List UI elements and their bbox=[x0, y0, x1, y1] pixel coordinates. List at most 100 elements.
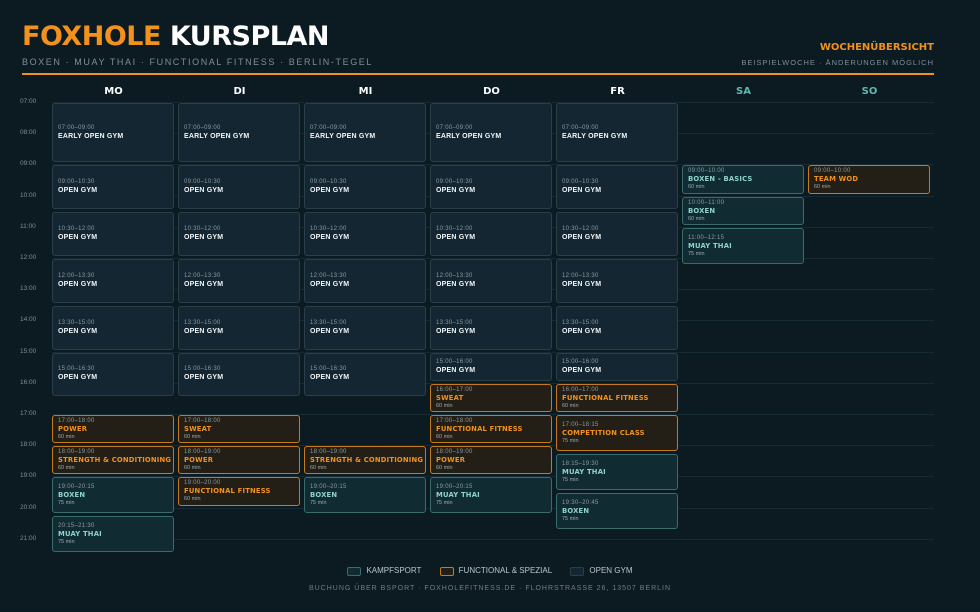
class-block[interactable]: 16:00–17:00 FUNCTIONAL FITNESS 60 min bbox=[556, 383, 678, 412]
class-duration: 75 min bbox=[58, 500, 75, 507]
class-block[interactable]: 10:00–11:00 BOXEN 60 min bbox=[682, 196, 804, 225]
class-time: 09:00–10:30 bbox=[310, 179, 347, 186]
class-block[interactable]: 12:00–13:30 OPEN GYM bbox=[430, 259, 552, 303]
class-block[interactable]: 18:00–19:00 STRENGTH & CONDITIONING 60 min bbox=[52, 446, 174, 475]
time-label: 18:00 bbox=[20, 441, 37, 449]
class-duration: 60 min bbox=[184, 434, 201, 441]
class-time: 09:00–10:30 bbox=[184, 179, 221, 186]
class-block-content: 09:00–10:00 TEAM WOD 60 min bbox=[814, 166, 924, 191]
class-name: FUNCTIONAL FITNESS bbox=[562, 393, 649, 402]
class-block[interactable]: 15:00–16:30 OPEN GYM bbox=[304, 352, 426, 397]
class-block[interactable]: 15:00–16:30 OPEN GYM bbox=[52, 352, 174, 397]
class-block[interactable]: 15:00–16:30 OPEN GYM bbox=[178, 352, 300, 397]
class-block[interactable]: 17:00–18:00 FUNCTIONAL FITNESS 60 min bbox=[430, 415, 552, 444]
class-block[interactable]: 10:30–12:00 OPEN GYM bbox=[556, 212, 678, 256]
class-duration: 60 min bbox=[184, 465, 201, 472]
class-block-content: 13:30–15:00 OPEN GYM bbox=[436, 307, 546, 336]
class-block[interactable]: 19:00–20:15 MUAY THAI 75 min bbox=[430, 477, 552, 514]
class-time: 15:00–16:30 bbox=[58, 366, 95, 373]
class-name: OPEN GYM bbox=[310, 327, 350, 335]
subtitle: BOXEN · MUAY THAI · FUNCTIONAL FITNESS ·… bbox=[22, 57, 374, 67]
class-block[interactable]: 13:30–15:00 OPEN GYM bbox=[430, 305, 552, 350]
class-name: BOXEN bbox=[688, 206, 716, 215]
class-block[interactable]: 18:15–19:30 MUAY THAI 75 min bbox=[556, 454, 678, 490]
time-label: 10:00 bbox=[20, 191, 37, 199]
class-block[interactable]: 12:00–13:30 OPEN GYM bbox=[52, 259, 174, 303]
class-block[interactable]: 15:00–16:00 OPEN GYM bbox=[430, 352, 552, 381]
class-block-content: 07:00–09:00 EARLY OPEN GYM bbox=[184, 104, 294, 141]
class-time: 17:00–18:00 bbox=[436, 418, 473, 425]
class-block-content: 18:00–19:00 STRENGTH & CONDITIONING 60 min bbox=[310, 447, 423, 472]
class-block[interactable]: 07:00–09:00 EARLY OPEN GYM bbox=[556, 103, 678, 163]
class-block[interactable]: 10:30–12:00 OPEN GYM bbox=[430, 212, 552, 256]
class-block[interactable]: 09:00–10:30 OPEN GYM bbox=[178, 165, 300, 210]
class-block[interactable]: 19:00–20:15 BOXEN 75 min bbox=[52, 477, 174, 514]
class-block[interactable]: 18:00–19:00 POWER 60 min bbox=[430, 446, 552, 475]
class-block[interactable]: 10:30–12:00 OPEN GYM bbox=[304, 212, 426, 256]
class-time: 18:00–19:00 bbox=[436, 449, 473, 456]
class-block[interactable]: 12:00–13:30 OPEN GYM bbox=[556, 259, 678, 303]
class-time: 07:00–09:00 bbox=[562, 124, 599, 131]
class-name: FUNCTIONAL FITNESS bbox=[184, 487, 271, 496]
class-block[interactable]: 13:30–15:00 OPEN GYM bbox=[52, 305, 174, 350]
grid-line bbox=[52, 538, 934, 540]
class-block[interactable]: 09:00–10:00 BOXEN - BASICS 60 min bbox=[682, 165, 804, 194]
class-block[interactable]: 12:00–13:30 OPEN GYM bbox=[304, 259, 426, 303]
class-block-content: 18:00–19:00 POWER 60 min bbox=[436, 447, 546, 472]
class-time: 17:00–18:15 bbox=[562, 422, 599, 428]
class-name: OPEN GYM bbox=[310, 374, 350, 382]
class-block[interactable]: 09:00–10:30 OPEN GYM bbox=[556, 165, 678, 210]
class-block[interactable]: 10:30–12:00 OPEN GYM bbox=[178, 212, 300, 256]
class-block[interactable]: 19:00–20:15 BOXEN 75 min bbox=[304, 477, 426, 514]
class-block[interactable]: 12:00–13:30 OPEN GYM bbox=[178, 259, 300, 303]
class-name: OPEN GYM bbox=[184, 187, 224, 195]
class-duration: 60 min bbox=[688, 184, 705, 191]
class-block[interactable]: 07:00–09:00 EARLY OPEN GYM bbox=[304, 103, 426, 163]
class-block[interactable]: 13:30–15:00 OPEN GYM bbox=[304, 305, 426, 350]
class-block[interactable]: 07:00–09:00 EARLY OPEN GYM bbox=[430, 103, 552, 163]
class-block-content: 17:00–18:15 COMPETITION CLASS 75 min bbox=[562, 416, 672, 445]
class-block[interactable]: 09:00–10:30 OPEN GYM bbox=[430, 165, 552, 210]
time-label: 08:00 bbox=[20, 129, 37, 137]
legend-item-open-gym: OPEN GYM bbox=[570, 566, 633, 576]
class-block[interactable]: 07:00–09:00 EARLY OPEN GYM bbox=[52, 103, 174, 163]
class-block[interactable]: 09:00–10:30 OPEN GYM bbox=[52, 165, 174, 210]
class-duration: 75 min bbox=[562, 477, 579, 483]
class-duration: 75 min bbox=[436, 500, 453, 507]
class-block[interactable]: 17:00–18:00 POWER 60 min bbox=[52, 415, 174, 444]
class-block[interactable]: 13:30–15:00 OPEN GYM bbox=[556, 305, 678, 350]
time-label: 16:00 bbox=[20, 378, 37, 386]
class-block[interactable]: 20:15–21:30 MUAY THAI 75 min bbox=[52, 516, 174, 553]
footer: BUCHUNG ÜBER BSPORT · FOXHOLEFITNESS.DE … bbox=[308, 585, 672, 592]
class-block[interactable]: 13:30–15:00 OPEN GYM bbox=[178, 305, 300, 350]
class-block-content: 15:00–16:30 OPEN GYM bbox=[58, 354, 168, 383]
class-time: 17:00–18:00 bbox=[58, 418, 95, 425]
class-time: 15:00–16:30 bbox=[184, 366, 221, 373]
class-block[interactable]: 09:00–10:30 OPEN GYM bbox=[304, 165, 426, 210]
time-label: 09:00 bbox=[20, 160, 37, 168]
class-block[interactable]: 07:00–09:00 EARLY OPEN GYM bbox=[178, 103, 300, 163]
class-block[interactable]: 10:30–12:00 OPEN GYM bbox=[52, 212, 174, 256]
class-block[interactable]: 19:30–20:45 BOXEN 75 min bbox=[556, 493, 678, 529]
class-name: OPEN GYM bbox=[58, 280, 98, 288]
class-time: 12:00–13:30 bbox=[436, 272, 473, 279]
class-block-content: 15:00–16:00 OPEN GYM bbox=[562, 354, 672, 375]
class-block[interactable]: 19:00–20:00 FUNCTIONAL FITNESS 60 min bbox=[178, 477, 300, 506]
class-block[interactable]: 09:00–10:00 TEAM WOD 60 min bbox=[808, 165, 930, 194]
class-block[interactable]: 11:00–12:15 MUAY THAI 75 min bbox=[682, 227, 804, 264]
class-block-content: 09:00–10:30 OPEN GYM bbox=[436, 166, 546, 195]
class-name: BOXEN bbox=[310, 491, 338, 500]
class-block[interactable]: 15:00–16:00 OPEN GYM bbox=[556, 352, 678, 381]
class-time: 07:00–09:00 bbox=[310, 124, 347, 131]
class-block[interactable]: 18:00–19:00 STRENGTH & CONDITIONING 60 min bbox=[304, 446, 426, 475]
class-time: 19:00–20:15 bbox=[310, 484, 347, 491]
class-block[interactable]: 16:00–17:00 SWEAT 60 min bbox=[430, 383, 552, 412]
class-name: OPEN GYM bbox=[562, 366, 602, 374]
class-block[interactable]: 18:00–19:00 POWER 60 min bbox=[178, 446, 300, 475]
class-block[interactable]: 17:00–18:00 SWEAT 60 min bbox=[178, 415, 300, 444]
class-time: 16:00–17:00 bbox=[562, 386, 599, 393]
legend-item-functional: FUNCTIONAL & SPEZIAL bbox=[439, 566, 552, 576]
class-block[interactable]: 17:00–18:15 COMPETITION CLASS 75 min bbox=[556, 415, 678, 451]
legend-item-kampfsport: KAMPFSPORT bbox=[347, 566, 421, 576]
class-block-content: 17:00–18:00 SWEAT 60 min bbox=[184, 416, 294, 441]
